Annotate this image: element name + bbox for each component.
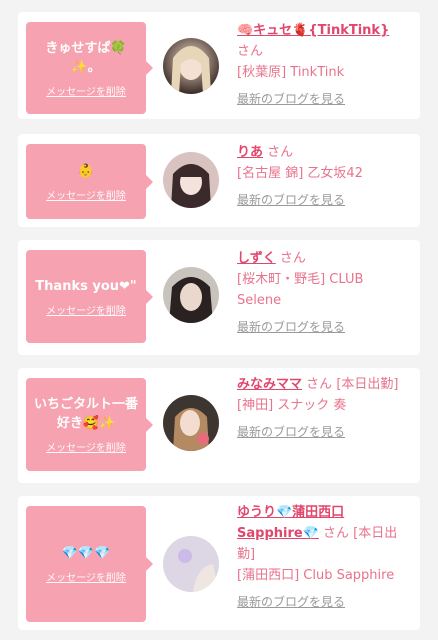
san-suffix: さん xyxy=(323,526,350,541)
cast-info: りあ さん [名古屋 錦] 乙女坂42 最新のブログを見る xyxy=(237,142,408,211)
message-bubble: 💎💎💎 メッセージを削除 xyxy=(26,506,153,622)
delete-message-link[interactable]: メッセージを削除 xyxy=(46,187,126,202)
shop-name: [桜木町・野毛] CLUB Selene xyxy=(237,272,364,308)
message-text: いちごタルト一番好き🥰✨ xyxy=(33,397,138,431)
avatar[interactable] xyxy=(163,395,219,451)
delete-message-link[interactable]: メッセージを削除 xyxy=(46,83,126,98)
view-blog-link[interactable]: 最新のブログを見る xyxy=(237,89,408,110)
shop-name: [秋葉原] TinkTink xyxy=(237,65,345,80)
favorite-card: いちごタルト一番好き🥰✨ メッセージを削除 みなみママ さん [本日出勤] [神… xyxy=(18,368,420,483)
cast-info: 🧠キュセ🫀{TinkTink} さん [秋葉原] TinkTink 最新のブログ… xyxy=(237,20,408,110)
message-bubble: きゅせすぱ🍀✨。 メッセージを削除 xyxy=(26,22,153,114)
delete-message-link[interactable]: メッセージを削除 xyxy=(46,569,126,584)
favorite-card: きゅせすぱ🍀✨。 メッセージを削除 🧠キュセ🫀{TinkTink} さん [秋葉… xyxy=(18,12,420,119)
cast-status: [本日出勤] xyxy=(336,377,399,392)
san-suffix: さん xyxy=(279,251,306,266)
avatar[interactable] xyxy=(163,267,219,323)
favorite-card: 💎💎💎 メッセージを削除 ゆうり💎蒲田西口Sapphire💎 さん [本日出勤]… xyxy=(18,496,420,630)
cast-info: ゆうり💎蒲田西口Sapphire💎 さん [本日出勤] [蒲田西口] Club … xyxy=(237,502,408,613)
message-text: 👶 xyxy=(77,163,95,179)
cast-name-link[interactable]: しずく xyxy=(237,251,276,266)
san-suffix: さん xyxy=(306,377,333,392)
message-bubble: Thanks you❤︎" メッセージを削除 xyxy=(26,250,153,343)
shop-name: [名古屋 錦] 乙女坂42 xyxy=(237,166,363,181)
avatar[interactable] xyxy=(163,152,219,208)
shop-name: [神田] スナック 奏 xyxy=(237,398,347,413)
favorites-list: きゅせすぱ🍀✨。 メッセージを削除 🧠キュセ🫀{TinkTink} さん [秋葉… xyxy=(0,0,438,640)
san-suffix: さん xyxy=(267,145,294,160)
view-blog-link[interactable]: 最新のブログを見る xyxy=(237,317,408,338)
message-text: きゅせすぱ🍀✨。 xyxy=(45,40,127,75)
avatar[interactable] xyxy=(163,536,219,592)
view-blog-link[interactable]: 最新のブログを見る xyxy=(237,422,408,443)
cast-name-link[interactable]: りあ xyxy=(237,145,263,160)
message-text: Thanks you❤︎" xyxy=(35,278,137,294)
message-bubble: 👶 メッセージを削除 xyxy=(26,144,153,219)
favorite-card: 👶 メッセージを削除 りあ さん [名古屋 錦] 乙女坂42 最新のブログを見る xyxy=(18,134,420,227)
shop-name: [蒲田西口] Club Sapphire xyxy=(237,568,395,583)
view-blog-link[interactable]: 最新のブログを見る xyxy=(237,592,408,613)
delete-message-link[interactable]: メッセージを削除 xyxy=(46,439,126,454)
avatar[interactable] xyxy=(163,38,219,94)
cast-name-link[interactable]: みなみママ xyxy=(237,377,302,392)
view-blog-link[interactable]: 最新のブログを見る xyxy=(237,190,408,211)
cast-name-link[interactable]: 🧠キュセ🫀{TinkTink} xyxy=(237,23,389,38)
cast-info: みなみママ さん [本日出勤] [神田] スナック 奏 最新のブログを見る xyxy=(237,374,408,443)
message-text: 💎💎💎 xyxy=(61,546,111,561)
san-suffix: さん xyxy=(237,44,264,59)
delete-message-link[interactable]: メッセージを削除 xyxy=(46,302,126,317)
message-bubble: いちごタルト一番好き🥰✨ メッセージを削除 xyxy=(26,378,153,471)
cast-info: しずく さん [桜木町・野毛] CLUB Selene 最新のブログを見る xyxy=(237,248,408,338)
favorite-card: Thanks you❤︎" メッセージを削除 しずく さん [桜木町・野毛] C… xyxy=(18,240,420,355)
